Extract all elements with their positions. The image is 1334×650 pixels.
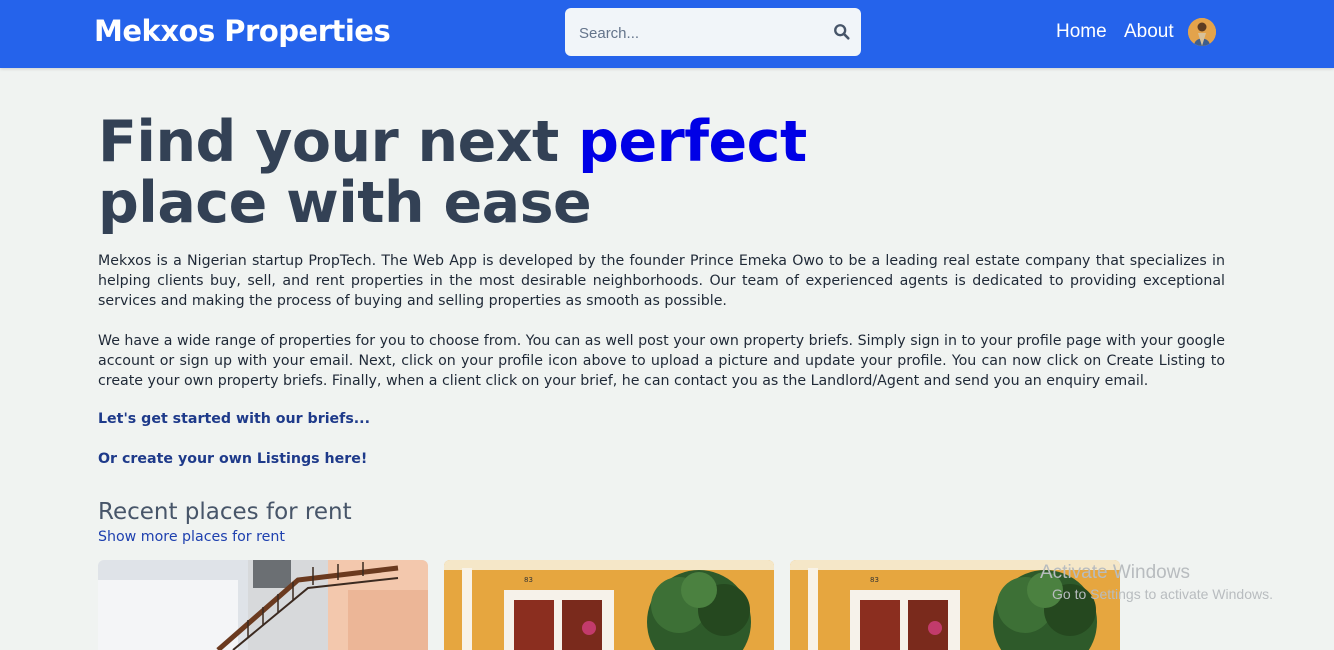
search-icon[interactable] [833, 23, 851, 41]
hero-title-part2: place with ease [98, 170, 592, 236]
listing-image [98, 560, 428, 650]
listing-image: 83 [444, 560, 774, 650]
avatar-image [1188, 18, 1216, 46]
listing-card[interactable] [98, 560, 428, 650]
profile-avatar[interactable] [1188, 18, 1216, 46]
top-navbar: Mekxos Properties Home About [0, 0, 1334, 68]
nav-about-link[interactable]: About [1124, 21, 1174, 43]
svg-text:83: 83 [524, 576, 533, 584]
nav-home-link[interactable]: Home [1056, 21, 1107, 43]
listing-image: 83 [790, 560, 1120, 650]
svg-text:83: 83 [870, 576, 879, 584]
brand-logo[interactable]: Mekxos Properties [94, 14, 391, 48]
howto-paragraph: We have a wide range of properties for y… [98, 333, 1225, 389]
hero-title: Find your next perfect place with ease [98, 112, 807, 234]
recent-rent-title: Recent places for rent [98, 499, 352, 525]
briefs-link[interactable]: Let's get started with our briefs... [98, 411, 370, 427]
search-input[interactable] [577, 20, 821, 46]
create-listing-link[interactable]: Or create your own Listings here! [98, 451, 367, 467]
listing-card[interactable]: 83 [790, 560, 1120, 650]
intro-paragraph: Mekxos is a Nigerian startup PropTech. T… [98, 253, 1225, 309]
hero-title-part1: Find your next [98, 109, 579, 175]
hero-title-accent: perfect [578, 109, 807, 175]
search-form [565, 8, 861, 56]
show-more-rent-link[interactable]: Show more places for rent [98, 529, 285, 545]
listing-card[interactable]: 83 [444, 560, 774, 650]
